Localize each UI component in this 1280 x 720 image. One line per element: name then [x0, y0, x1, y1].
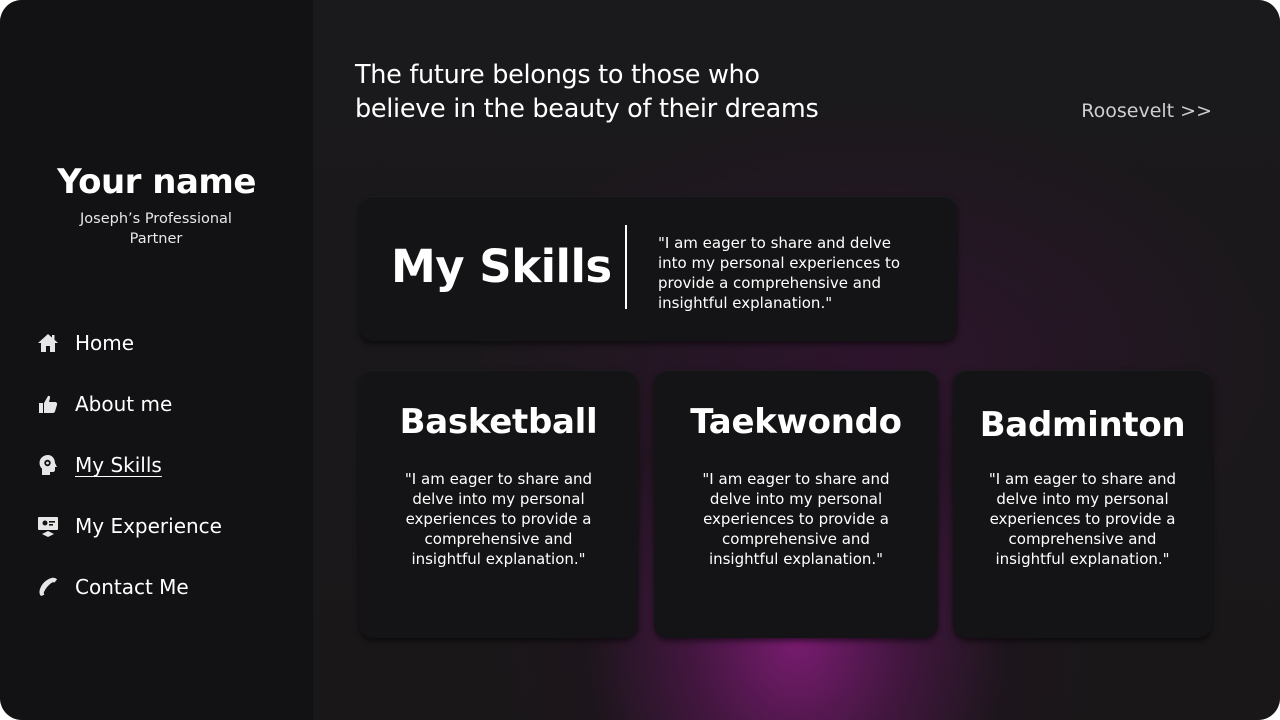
brain-gear-icon: [36, 453, 60, 477]
skill-title: Taekwondo: [690, 402, 902, 442]
graduate-board-icon: [36, 514, 60, 538]
text-line: "I am eager to share and: [702, 470, 890, 488]
text-line: "I am eager to share and: [404, 470, 593, 488]
quote-line: believe in the beauty of their dreams: [355, 94, 819, 124]
skill-card-taekwondo[interactable]: Taekwondo "I am eager to share and delve…: [654, 370, 938, 638]
skill-title: Badminton: [979, 405, 1186, 445]
page-title: My Skills: [391, 240, 612, 293]
text-line: "I am eager to share and: [988, 470, 1177, 488]
text-line: "I am eager to share and delve: [658, 234, 891, 252]
quote-line: The future belongs to those who: [355, 60, 760, 90]
sidebar-item-label: Contact Me: [75, 575, 189, 599]
sidebar: Your name Joseph’s Professional Partner …: [0, 0, 313, 720]
skills-hero-card: My Skills "I am eager to share and delve…: [359, 196, 957, 341]
brand-subtitle: Joseph’s Professional Partner: [80, 211, 232, 247]
text-line: provide a comprehensive and: [658, 274, 882, 292]
skill-description: "I am eager to share and delve into my p…: [359, 469, 638, 569]
sidebar-item-my-skills[interactable]: My Skills: [36, 447, 162, 483]
text-line: delve into my personal: [996, 490, 1169, 508]
text-line: experiences to provide a: [703, 510, 889, 528]
skill-card-badminton[interactable]: Badminton "I am eager to share and delve…: [953, 370, 1212, 638]
skill-description: "I am eager to share and delve into my p…: [654, 469, 938, 569]
text-line: comprehensive and: [424, 530, 573, 548]
sidebar-item-label: Home: [75, 331, 135, 355]
text-line: into my personal experiences to: [658, 254, 901, 272]
sidebar-item-contact-me[interactable]: Contact Me: [36, 569, 189, 605]
text-line: insightful explanation.": [411, 550, 586, 568]
text-line: insightful explanation.": [708, 550, 884, 568]
brand-name: Your name: [57, 162, 256, 202]
text-line: insightful explanation.": [995, 550, 1170, 568]
skill-description: "I am eager to share and delve into my p…: [953, 469, 1212, 569]
text-line: insightful explanation.": [658, 294, 833, 312]
text-line: experiences to provide a: [405, 510, 592, 528]
phone-icon: [36, 575, 60, 599]
home-icon: [36, 331, 60, 355]
sidebar-item-label: About me: [75, 392, 173, 416]
thumbs-up-icon: [36, 392, 60, 416]
skill-title: Basketball: [399, 402, 598, 442]
quote-author-link[interactable]: Roosevelt >>: [1060, 100, 1212, 122]
text-line: delve into my personal: [709, 490, 883, 508]
sidebar-item-about-me[interactable]: About me: [36, 386, 172, 422]
header-quote: The future belongs to those who believe …: [355, 58, 915, 126]
hero-description: "I am eager to share and delve into my p…: [658, 233, 930, 313]
text-line: comprehensive and: [722, 530, 870, 548]
sidebar-item-label: My Skills: [75, 453, 162, 477]
divider: [625, 225, 627, 309]
sidebar-item-home[interactable]: Home: [36, 325, 134, 361]
sidebar-item-my-experience[interactable]: My Experience: [36, 508, 222, 544]
app-frame: Your name Joseph’s Professional Partner …: [0, 0, 1280, 720]
skill-card-basketball[interactable]: Basketball "I am eager to share and delv…: [359, 370, 638, 638]
text-line: experiences to provide a: [989, 510, 1176, 528]
sidebar-item-label: My Experience: [75, 514, 222, 538]
text-line: comprehensive and: [1008, 530, 1157, 548]
text-line: delve into my personal: [412, 490, 585, 508]
